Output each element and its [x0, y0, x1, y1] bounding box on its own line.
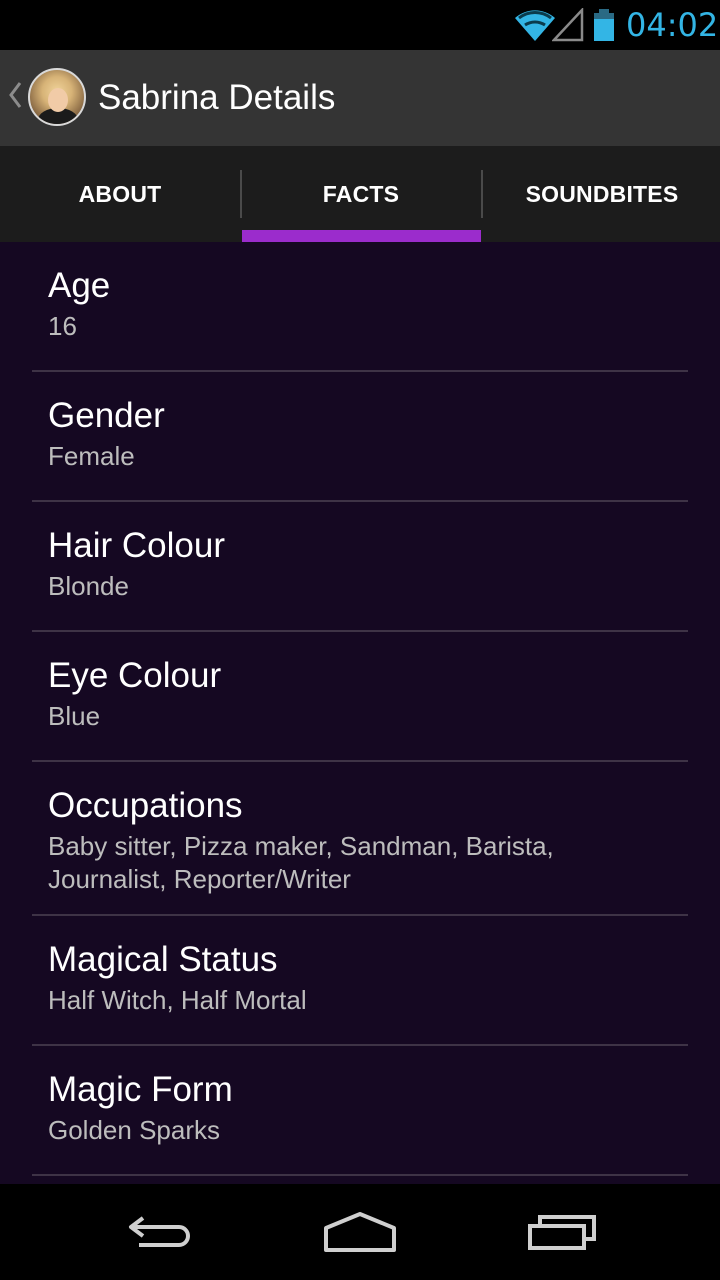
tab-about[interactable]: ABOUT: [0, 146, 240, 242]
recents-icon[interactable]: [514, 1202, 610, 1262]
status-clock: 04:02: [626, 6, 719, 44]
list-item: Gender Female: [32, 372, 688, 502]
fact-value: Half Witch, Half Mortal: [48, 985, 307, 1015]
action-bar: Sabrina Details: [0, 50, 720, 146]
fact-value: Baby sitter, Pizza maker, Sandman, Baris…: [48, 831, 554, 894]
wifi-icon: [514, 8, 556, 47]
fact-value: Golden Sparks: [48, 1115, 220, 1145]
signal-icon: [551, 6, 584, 47]
list-item: Eye Colour Blue: [32, 632, 688, 762]
list-item: Magical Status Half Witch, Half Mortal: [32, 916, 688, 1046]
page-title: Sabrina Details: [98, 78, 336, 117]
fact-value: Blonde: [48, 571, 129, 601]
avatar[interactable]: [28, 68, 86, 126]
fact-value: 16: [48, 311, 77, 341]
list-item: Hair Colour Blonde: [32, 502, 688, 632]
fact-label: Magical Status: [48, 940, 278, 979]
back-icon[interactable]: [112, 1202, 208, 1262]
tab-selected-indicator: [242, 230, 481, 242]
home-icon[interactable]: [312, 1202, 408, 1262]
fact-label: Gender: [48, 396, 165, 435]
fact-label: Age: [48, 266, 111, 305]
list-item: Magic Form Golden Sparks: [32, 1046, 688, 1176]
tab-soundbites[interactable]: SOUNDBITES: [482, 146, 720, 242]
screen: 04:02 Sabrina Details ABOUT FACTS SOUNDB…: [0, 0, 720, 1280]
fact-value: Blue: [48, 701, 101, 731]
status-bar: 04:02: [0, 0, 720, 50]
tab-facts[interactable]: FACTS: [241, 146, 481, 242]
battery-icon: [592, 8, 616, 47]
facts-list[interactable]: Age 16 Gender Female Hair Colour Blonde …: [0, 242, 720, 1184]
list-item: Occupations Baby sitter, Pizza maker, Sa…: [32, 762, 688, 916]
fact-label: Magic Form: [48, 1070, 233, 1109]
list-item: Age 16: [32, 242, 688, 372]
fact-label: Occupations: [48, 786, 243, 825]
navigation-bar: [0, 1184, 720, 1280]
tab-bar: ABOUT FACTS SOUNDBITES: [0, 146, 720, 242]
fact-label: Eye Colour: [48, 656, 222, 695]
fact-value: Female: [48, 441, 135, 471]
fact-label: Hair Colour: [48, 526, 225, 565]
back-chevron-icon[interactable]: [6, 80, 24, 115]
